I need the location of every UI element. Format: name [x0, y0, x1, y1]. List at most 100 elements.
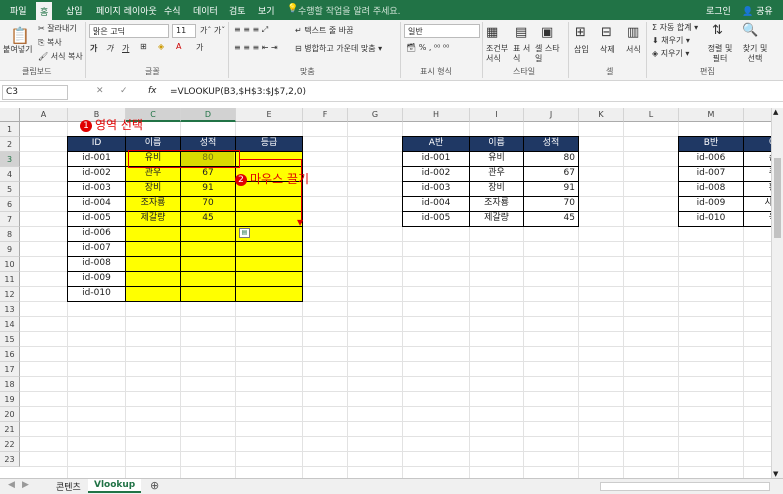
- tab-data[interactable]: 데이터: [193, 4, 218, 17]
- b-class-table-cell[interactable]: 황충: [743, 181, 771, 197]
- a-class-table-cell[interactable]: 70: [523, 196, 579, 212]
- main-table-grade-cell[interactable]: [235, 241, 303, 257]
- a-class-table-cell[interactable]: 67: [523, 166, 579, 182]
- main-table-grade-cell[interactable]: [235, 256, 303, 272]
- format-painter-button[interactable]: 🖌 서식 복사: [38, 51, 83, 62]
- font-color-icon[interactable]: A: [176, 42, 181, 51]
- insert-cells-icon[interactable]: ⊞: [575, 25, 586, 40]
- main-table-id-cell[interactable]: id-003: [67, 181, 126, 197]
- a-class-table-cell[interactable]: id-002: [402, 166, 470, 182]
- main-table-name-cell[interactable]: 제갈량: [125, 211, 181, 227]
- column-header-I[interactable]: I: [470, 108, 524, 122]
- horizontal-scrollbar[interactable]: [600, 482, 770, 491]
- fill-button[interactable]: ⬇ 채우기 ▾: [652, 35, 690, 46]
- main-table-name-cell[interactable]: 장비: [125, 181, 181, 197]
- tab-file[interactable]: 파일: [10, 4, 27, 17]
- row-header-8[interactable]: 8: [0, 227, 20, 242]
- font-name-select[interactable]: 맑은 고딕: [89, 24, 169, 38]
- b-class-table-cell[interactable]: id-010: [678, 211, 744, 227]
- a-class-table-cell[interactable]: 장비: [469, 181, 524, 197]
- row-header-10[interactable]: 10: [0, 257, 20, 272]
- b-class-table-cell[interactable]: id-008: [678, 181, 744, 197]
- row-header-15[interactable]: 15: [0, 332, 20, 347]
- clear-button[interactable]: ◈ 지우기 ▾: [652, 48, 689, 59]
- sheet-nav-left-icon[interactable]: ◀: [8, 480, 15, 490]
- tab-insert[interactable]: 삽입: [66, 4, 83, 17]
- main-table-name-cell[interactable]: 조자룡: [125, 196, 181, 212]
- column-header-D[interactable]: D: [181, 108, 236, 122]
- b-class-table-cell[interactable]: 주유: [743, 166, 771, 182]
- row-header-14[interactable]: 14: [0, 317, 20, 332]
- a-class-table-cell[interactable]: id-001: [402, 151, 470, 167]
- b-class-table-cell[interactable]: 사마의: [743, 196, 771, 212]
- phonetic-icon[interactable]: 가: [196, 42, 203, 53]
- a-class-table-cell[interactable]: 80: [523, 151, 579, 167]
- b-class-table-cell[interactable]: id-009: [678, 196, 744, 212]
- main-table-grade-cell[interactable]: [235, 286, 303, 302]
- tell-me-search[interactable]: 수행할 작업을 알려 주세요.: [298, 4, 401, 17]
- italic-button[interactable]: 가: [106, 43, 113, 54]
- copy-button[interactable]: ⎘ 복사: [38, 37, 62, 48]
- sheet-nav-right-icon[interactable]: ▶: [22, 480, 29, 490]
- row-header-6[interactable]: 6: [0, 197, 20, 212]
- b-class-table-header[interactable]: 이름: [743, 136, 771, 152]
- b-class-table-cell[interactable]: 손책: [743, 151, 771, 167]
- cell-styles-icon[interactable]: ▣: [541, 25, 553, 40]
- main-table-grade-cell[interactable]: [235, 211, 303, 227]
- format-table-icon[interactable]: ▤: [515, 25, 527, 40]
- row-header-2[interactable]: 2: [0, 137, 20, 152]
- row-header-23[interactable]: 23: [0, 452, 20, 467]
- main-table-score-cell[interactable]: [180, 226, 236, 242]
- share-button[interactable]: 👤 공유: [742, 4, 773, 17]
- main-table-header[interactable]: 등급: [235, 136, 303, 152]
- number-format-icons[interactable]: 🗃 % , ⁰⁰ ⁰⁰: [406, 43, 449, 52]
- a-class-table-cell[interactable]: 91: [523, 181, 579, 197]
- main-table-id-cell[interactable]: id-008: [67, 256, 126, 272]
- main-table-id-cell[interactable]: id-010: [67, 286, 126, 302]
- align-left-icons[interactable]: ≡ ≡ ≡ ⇤ ⇥: [234, 43, 278, 52]
- row-header-22[interactable]: 22: [0, 437, 20, 452]
- main-table-name-cell[interactable]: [125, 286, 181, 302]
- main-table-name-cell[interactable]: [125, 226, 181, 242]
- formula-input[interactable]: =VLOOKUP(B3,$H$3:$J$7,2,0): [170, 87, 306, 97]
- format-cells-button[interactable]: 서식: [626, 44, 641, 55]
- merge-center-button[interactable]: ⊟ 병합하고 가운데 맞춤 ▾: [295, 43, 382, 54]
- main-table-score-cell[interactable]: 67: [180, 166, 236, 182]
- main-table-name-cell[interactable]: 관우: [125, 166, 181, 182]
- main-table-id-cell[interactable]: id-009: [67, 271, 126, 287]
- row-header-9[interactable]: 9: [0, 242, 20, 257]
- sort-filter-icon[interactable]: ⇅: [712, 23, 723, 38]
- column-header-H[interactable]: H: [403, 108, 470, 122]
- row-header-5[interactable]: 5: [0, 182, 20, 197]
- b-class-table-cell[interactable]: 육손: [743, 211, 771, 227]
- main-table-id-cell[interactable]: id-005: [67, 211, 126, 227]
- row-header-21[interactable]: 21: [0, 422, 20, 437]
- column-header-K[interactable]: K: [579, 108, 624, 122]
- a-class-table-cell[interactable]: 제갈량: [469, 211, 524, 227]
- tab-home[interactable]: 홈: [36, 2, 53, 20]
- main-table-grade-cell[interactable]: [235, 271, 303, 287]
- main-table-grade-cell[interactable]: [235, 196, 303, 212]
- sheet-tab-vlookup[interactable]: Vlookup: [88, 479, 142, 493]
- a-class-table-cell[interactable]: 유비: [469, 151, 524, 167]
- fx-icon[interactable]: fx: [148, 86, 157, 96]
- b-class-table-cell[interactable]: id-007: [678, 166, 744, 182]
- a-class-table-cell[interactable]: id-005: [402, 211, 470, 227]
- bold-button[interactable]: 가: [90, 43, 97, 54]
- delete-cells-button[interactable]: 삭제: [600, 44, 615, 55]
- sheet-tab-contents[interactable]: 콘텐츠: [50, 479, 87, 493]
- paste-button[interactable]: 붙여넣기: [3, 44, 32, 55]
- font-size-select[interactable]: 11: [172, 24, 196, 38]
- row-header-13[interactable]: 13: [0, 302, 20, 317]
- add-sheet-icon[interactable]: ⊕: [150, 479, 159, 492]
- main-table-score-cell[interactable]: [180, 271, 236, 287]
- align-top-icons[interactable]: ≡ ≡ ≡ ⤢: [234, 25, 268, 35]
- delete-cells-icon[interactable]: ⊟: [601, 25, 612, 40]
- a-class-table-header[interactable]: 성적: [523, 136, 579, 152]
- find-icon[interactable]: 🔍: [742, 23, 758, 38]
- enter-icon[interactable]: ✓: [120, 86, 128, 96]
- row-header-12[interactable]: 12: [0, 287, 20, 302]
- border-icon[interactable]: ⊞: [140, 42, 147, 51]
- column-header-M[interactable]: M: [679, 108, 744, 122]
- format-as-table-button[interactable]: 표 서식: [513, 44, 533, 64]
